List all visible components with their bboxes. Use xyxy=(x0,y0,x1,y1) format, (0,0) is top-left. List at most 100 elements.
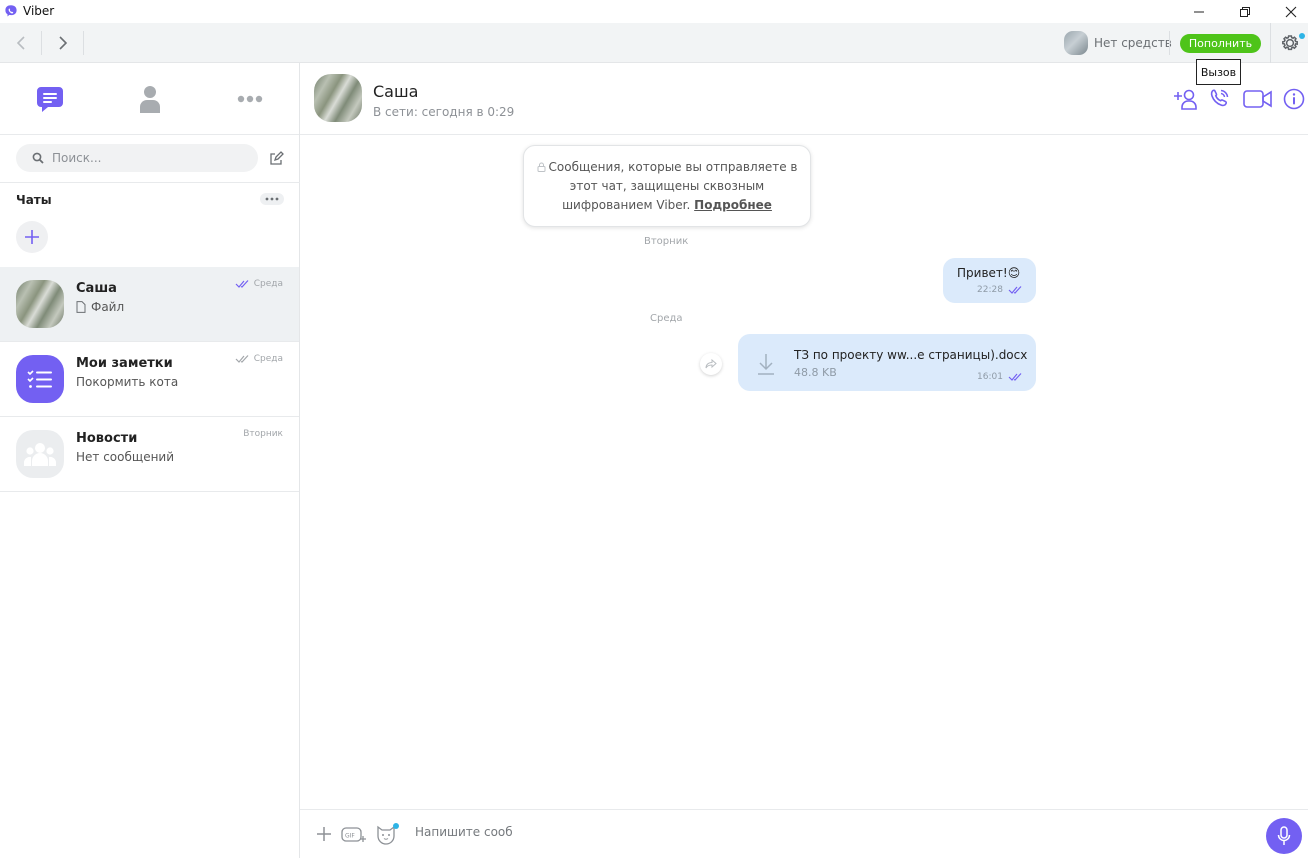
chat-preview-text: Покормить кота xyxy=(76,375,179,389)
encryption-notice: Сообщения, которые вы отправляете в этот… xyxy=(523,145,811,227)
nav-divider xyxy=(83,31,84,55)
file-name: ТЗ по проекту ww...е страницы).docx xyxy=(794,348,1028,362)
chat-header: Саша В сети: сегодня в 0:29 xyxy=(300,63,1308,135)
new-chat-button[interactable] xyxy=(16,221,48,253)
window-titlebar: Viber xyxy=(0,0,1308,23)
forward-message-button[interactable] xyxy=(700,353,722,375)
chat-preview: Файл xyxy=(76,300,124,314)
search-box[interactable] xyxy=(16,144,258,172)
chat-preview: Покормить кота xyxy=(76,375,178,389)
file-message-bubble[interactable]: ТЗ по проекту ww...е страницы).docx 48.8… xyxy=(738,334,1036,391)
minimize-button[interactable] xyxy=(1176,0,1222,23)
topup-button[interactable]: Пополнить xyxy=(1180,34,1261,53)
message-time-text: 16:01 xyxy=(977,372,1003,382)
gear-icon xyxy=(1281,35,1298,51)
group-icon xyxy=(24,443,56,466)
settings-notification-dot xyxy=(1299,33,1305,39)
tab-chats[interactable] xyxy=(0,63,100,135)
gif-icon: GIF xyxy=(341,827,366,842)
search-icon xyxy=(32,152,44,164)
sticker-button[interactable] xyxy=(374,822,400,846)
avatar xyxy=(16,430,64,478)
info-icon xyxy=(1283,88,1305,110)
svg-text:GIF: GIF xyxy=(345,833,355,840)
avatar xyxy=(16,355,64,403)
checklist-icon xyxy=(27,370,52,388)
account-balance[interactable]: Нет средств xyxy=(1064,31,1172,55)
person-icon xyxy=(140,86,160,113)
call-tooltip: Вызов xyxy=(1196,59,1241,85)
contact-status: В сети: сегодня в 0:29 xyxy=(373,105,515,119)
chat-time: Вторник xyxy=(243,429,283,439)
top-toolbar: Нет средств Пополнить xyxy=(0,23,1308,63)
chat-time-text: Среда xyxy=(253,354,283,364)
chat-item-news[interactable]: Новости Нет сообщений Вторник xyxy=(0,417,299,492)
tab-more[interactable] xyxy=(200,63,300,135)
learn-more-link[interactable]: Подробнее xyxy=(694,198,772,212)
microphone-icon xyxy=(1277,826,1291,845)
contact-name[interactable]: Саша xyxy=(373,82,418,101)
compose-icon[interactable] xyxy=(268,151,284,167)
chat-time-text: Вторник xyxy=(243,429,283,439)
double-check-icon xyxy=(235,355,249,363)
chevron-left-icon xyxy=(16,36,25,50)
message-time: 22:28 xyxy=(977,285,1022,295)
smiley-emoji: 😊 xyxy=(1007,266,1021,280)
chat-info-button[interactable] xyxy=(1280,85,1308,113)
contact-avatar[interactable] xyxy=(314,74,362,122)
message-text: Привет!😊 xyxy=(957,266,1021,280)
file-icon xyxy=(76,301,86,313)
restore-button[interactable] xyxy=(1222,0,1268,23)
call-button[interactable] xyxy=(1205,85,1233,113)
share-arrow-icon xyxy=(705,359,717,369)
add-participant-button[interactable] xyxy=(1172,85,1200,113)
chat-name: Новости xyxy=(76,431,138,446)
chat-time-text: Среда xyxy=(253,279,283,289)
double-check-icon xyxy=(1008,373,1022,381)
message-time: 16:01 xyxy=(977,372,1022,382)
video-call-button[interactable] xyxy=(1242,85,1274,113)
chevron-right-icon xyxy=(58,36,67,50)
chat-preview-text: Файл xyxy=(91,300,125,314)
chat-bubble-icon xyxy=(37,87,63,112)
close-button[interactable] xyxy=(1268,0,1308,23)
chat-name: Саша xyxy=(76,281,117,296)
file-size: 48.8 KB xyxy=(794,366,837,379)
chat-name: Мои заметки xyxy=(76,356,173,371)
chat-time: Среда xyxy=(235,279,283,289)
download-icon[interactable] xyxy=(756,352,776,376)
sidebar: Чаты Саша Файл Среда xyxy=(0,63,300,858)
voice-message-button[interactable] xyxy=(1266,818,1302,854)
gif-button[interactable]: GIF xyxy=(340,822,368,846)
attach-button[interactable] xyxy=(314,822,334,846)
balance-text: Нет средств xyxy=(1094,36,1172,50)
more-dots-icon xyxy=(237,95,263,103)
back-button[interactable] xyxy=(0,23,41,63)
chat-item-sasha[interactable]: Саша Файл Среда xyxy=(0,267,299,342)
plus-icon xyxy=(317,827,331,841)
toolbar-divider xyxy=(1169,31,1170,55)
message-bubble[interactable]: Привет!😊 22:28 xyxy=(943,258,1036,303)
search-input[interactable] xyxy=(52,151,232,165)
message-composer: GIF xyxy=(300,809,1308,858)
phone-icon xyxy=(1210,89,1229,107)
minimize-icon xyxy=(1194,11,1204,12)
chat-list: Саша Файл Среда Мои заметки Покормить ко… xyxy=(0,267,299,492)
more-dots-icon xyxy=(265,197,279,201)
avatar xyxy=(16,280,64,328)
chats-options-button[interactable] xyxy=(260,193,284,205)
day-label: Среда xyxy=(650,313,683,324)
tab-contacts[interactable] xyxy=(100,63,200,135)
video-camera-icon xyxy=(1243,90,1272,108)
chat-preview: Нет сообщений xyxy=(76,450,174,464)
forward-button[interactable] xyxy=(42,23,83,63)
restore-icon xyxy=(1240,6,1250,17)
double-check-icon xyxy=(235,280,249,288)
message-input[interactable] xyxy=(415,825,1215,839)
settings-button[interactable] xyxy=(1270,23,1308,63)
chat-item-my-notes[interactable]: Мои заметки Покормить кота Среда xyxy=(0,342,299,417)
lock-icon xyxy=(537,162,546,172)
chat-preview-text: Нет сообщений xyxy=(76,450,175,464)
day-label: Вторник xyxy=(644,236,689,247)
chat-time: Среда xyxy=(235,354,283,364)
